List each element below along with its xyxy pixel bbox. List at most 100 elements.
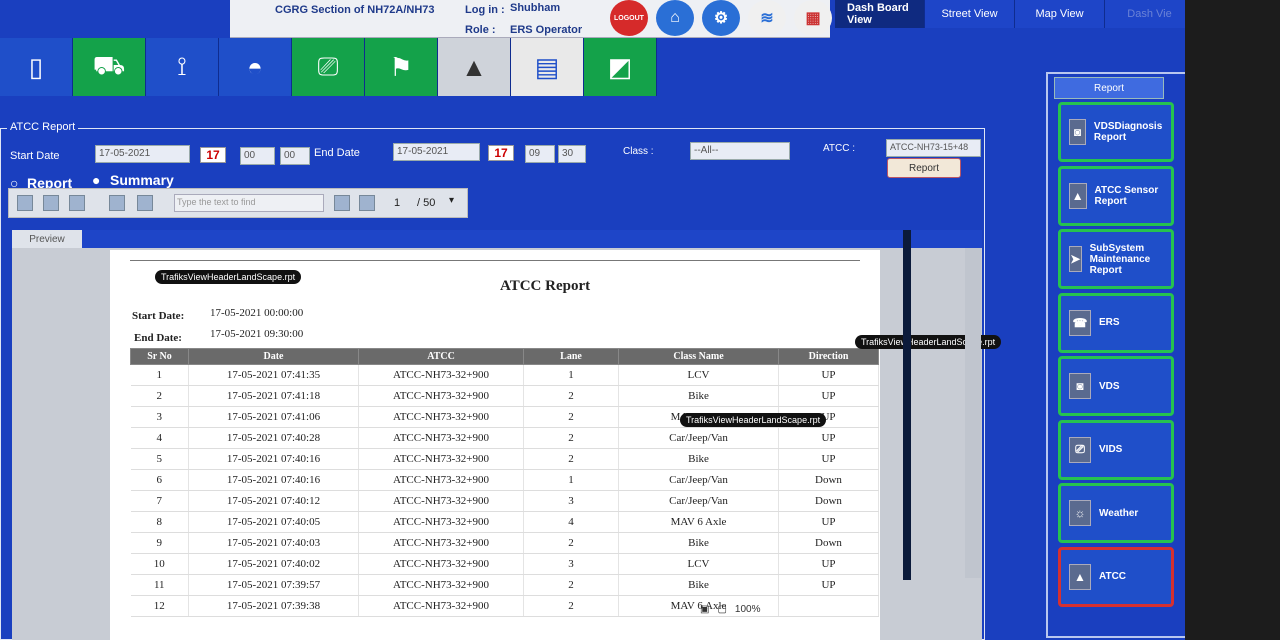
role-value: ERS Operator bbox=[510, 24, 583, 36]
vertical-scrollbar[interactable] bbox=[965, 248, 981, 578]
sidebar-item-atcc[interactable]: ▲ ATCC bbox=[1058, 546, 1174, 607]
role-label: Role : bbox=[465, 24, 496, 36]
table-row: 1 17-05-2021 07:41:35 ATCC-NH73-32+900 1 LCV… bbox=[130, 364, 879, 386]
start-calendar-icon[interactable]: 17 bbox=[200, 147, 226, 163]
login-value: Shubham bbox=[510, 2, 561, 14]
cell-sr-no: 4 bbox=[130, 427, 189, 449]
cell-direction: Down bbox=[778, 532, 879, 554]
sidebar-item-ers[interactable]: ☎ ERS bbox=[1058, 292, 1174, 353]
cctv-camera-icon[interactable]: ⎚ bbox=[292, 38, 365, 96]
table-row: 12 17-05-2021 07:39:38 ATCC-NH73-32+900 2 MA… bbox=[130, 595, 879, 617]
radio-summary-label: Summary bbox=[110, 172, 174, 188]
start-minute-select[interactable]: 00 bbox=[280, 147, 310, 165]
home-icon[interactable]: ⌂ bbox=[656, 0, 694, 36]
class-select[interactable]: --All-- bbox=[690, 142, 790, 160]
cell-date: 17-05-2021 07:39:38 bbox=[188, 595, 359, 617]
road-icon[interactable]: ▲ bbox=[438, 38, 511, 96]
cell-atcc: ATCC-NH73-32+900 bbox=[358, 385, 524, 407]
viewer-divider bbox=[903, 230, 911, 580]
radio-summary-icon[interactable]: ● bbox=[92, 172, 100, 188]
find-text-input[interactable]: Type the text to find bbox=[174, 194, 324, 212]
end-date-caption: End Date: bbox=[134, 332, 182, 344]
cell-atcc: ATCC-NH73-32+900 bbox=[358, 406, 524, 428]
report-document-icon[interactable]: ▤ bbox=[511, 38, 584, 96]
cell-lane: 2 bbox=[523, 385, 619, 407]
tab-dash-view[interactable]: Dash Vie bbox=[1105, 0, 1195, 28]
tab-street-view[interactable]: Street View bbox=[925, 0, 1015, 28]
end-hour-select[interactable]: 09 bbox=[525, 145, 555, 163]
sidebar-item-label: ATCC bbox=[1099, 571, 1127, 582]
cell-atcc: ATCC-NH73-32+900 bbox=[358, 364, 524, 386]
cell-sr-no: 8 bbox=[130, 511, 189, 533]
dashboard-icon[interactable]: ▦ bbox=[794, 0, 832, 36]
page-total: / 50 bbox=[417, 197, 436, 209]
refresh-icon[interactable] bbox=[43, 195, 59, 211]
sidebar-item-vids[interactable]: ⎚ VIDS bbox=[1058, 419, 1174, 480]
cell-class-name: Bike bbox=[618, 385, 779, 407]
cell-atcc: ATCC-NH73-32+900 bbox=[358, 553, 524, 575]
goto-page-icon[interactable] bbox=[359, 195, 375, 211]
fit-page-icon[interactable]: ▣ bbox=[700, 604, 709, 615]
tab-map-view[interactable]: Map View bbox=[1015, 0, 1105, 28]
logout-button[interactable]: LOGOUT bbox=[610, 0, 648, 36]
cell-direction bbox=[778, 595, 879, 617]
cell-atcc: ATCC-NH73-32+900 bbox=[358, 490, 524, 512]
cell-class-name: Bike bbox=[618, 448, 779, 470]
cell-sr-no: 12 bbox=[130, 595, 189, 617]
cell-date: 17-05-2021 07:41:18 bbox=[188, 385, 359, 407]
table-header-row: Sr No Date ATCC Lane Class Name Directio… bbox=[130, 348, 879, 365]
table-row: 6 17-05-2021 07:40:16 ATCC-NH73-32+900 1 Car… bbox=[130, 469, 879, 491]
sidebar-item-label: VDSDiagnosis Report bbox=[1093, 121, 1163, 143]
gear-icon[interactable]: ⚙ bbox=[702, 0, 740, 36]
start-date-caption: Start Date: bbox=[132, 310, 185, 322]
antenna-tower-icon[interactable]: ⟟ bbox=[146, 38, 219, 96]
sidebar-item-vdsdiagnosis-report[interactable]: ◙ VDSDiagnosis Report bbox=[1058, 102, 1174, 162]
zoom-level[interactable]: 100% bbox=[735, 604, 761, 615]
tab-dashboard-view[interactable]: Dash Board View bbox=[835, 0, 925, 28]
rpt-file-tag: TrafiksViewHeaderLandScape.rpt bbox=[155, 270, 302, 284]
wifi-icon[interactable]: ≋ bbox=[748, 0, 786, 36]
table-row: 7 17-05-2021 07:40:12 ATCC-NH73-32+900 3 Car… bbox=[130, 490, 879, 512]
cell-date: 17-05-2021 07:40:12 bbox=[188, 490, 359, 512]
sidebar-item-label: VIDS bbox=[1099, 444, 1123, 455]
cell-sr-no: 10 bbox=[130, 553, 189, 575]
fit-width-icon[interactable]: ▢ bbox=[717, 604, 726, 615]
kiosk-icon[interactable]: ▯ bbox=[0, 38, 73, 96]
page-dropdown-icon[interactable]: ▾ bbox=[449, 195, 454, 206]
cell-lane: 1 bbox=[523, 469, 619, 491]
start-date-label: Start Date bbox=[10, 150, 60, 162]
sidebar-item-weather[interactable]: ☼ Weather bbox=[1058, 483, 1174, 543]
road-icon: ▲ bbox=[1069, 182, 1087, 209]
copy-icon[interactable] bbox=[109, 195, 125, 211]
top-icons: LOGOUT ⌂ ⚙ ≋ ▦ bbox=[610, 0, 832, 36]
page-current[interactable]: 1 bbox=[394, 197, 400, 209]
col-sr-no: Sr No bbox=[130, 348, 189, 365]
chart-screen-icon[interactable]: ◩ bbox=[584, 38, 657, 96]
table-row: 2 17-05-2021 07:41:18 ATCC-NH73-32+900 2 Bik… bbox=[130, 385, 879, 407]
end-date-input[interactable]: 17-05-2021 bbox=[393, 143, 480, 161]
report-button[interactable]: Report bbox=[887, 158, 961, 178]
atcc-select[interactable]: ATCC-NH73-15+48 bbox=[886, 139, 981, 157]
tab-preview[interactable]: Preview bbox=[12, 230, 82, 248]
start-hour-select[interactable]: 00 bbox=[240, 147, 275, 165]
find-next-icon[interactable] bbox=[334, 195, 350, 211]
weather-station-icon[interactable]: ⚑ bbox=[365, 38, 438, 96]
cell-date: 17-05-2021 07:41:35 bbox=[188, 364, 359, 386]
end-minute-select[interactable]: 30 bbox=[558, 145, 586, 163]
end-calendar-icon[interactable]: 17 bbox=[488, 145, 514, 161]
group-tree-icon[interactable] bbox=[137, 195, 153, 211]
toll-gantry-icon[interactable]: ⛟ bbox=[73, 38, 146, 96]
start-date-input[interactable]: 17-05-2021 bbox=[95, 145, 190, 163]
sidebar-item-vds[interactable]: ◙ VDS bbox=[1058, 356, 1174, 416]
print-icon[interactable] bbox=[69, 195, 85, 211]
table-row: 11 17-05-2021 07:39:57 ATCC-NH73-32+900 2 Bi… bbox=[130, 574, 879, 596]
sidebar-item-label: SubSystem Maintenance Report bbox=[1089, 242, 1151, 276]
sidebar-item-subsystem-maintenance-report[interactable]: ➤ SubSystem Maintenance Report bbox=[1058, 229, 1174, 289]
sidebar-item-atcc-sensor-report[interactable]: ▲ ATCC Sensor Report bbox=[1058, 165, 1174, 226]
cell-atcc: ATCC-NH73-32+900 bbox=[358, 595, 524, 617]
export-icon[interactable] bbox=[17, 195, 33, 211]
zoom-area: ▣ ▢ 100% bbox=[700, 604, 760, 615]
cell-atcc: ATCC-NH73-32+900 bbox=[358, 532, 524, 554]
view-tabs: Dash Board View Street View Map View Das… bbox=[835, 0, 1195, 28]
dome-camera-icon[interactable]: ◓ bbox=[219, 38, 292, 96]
